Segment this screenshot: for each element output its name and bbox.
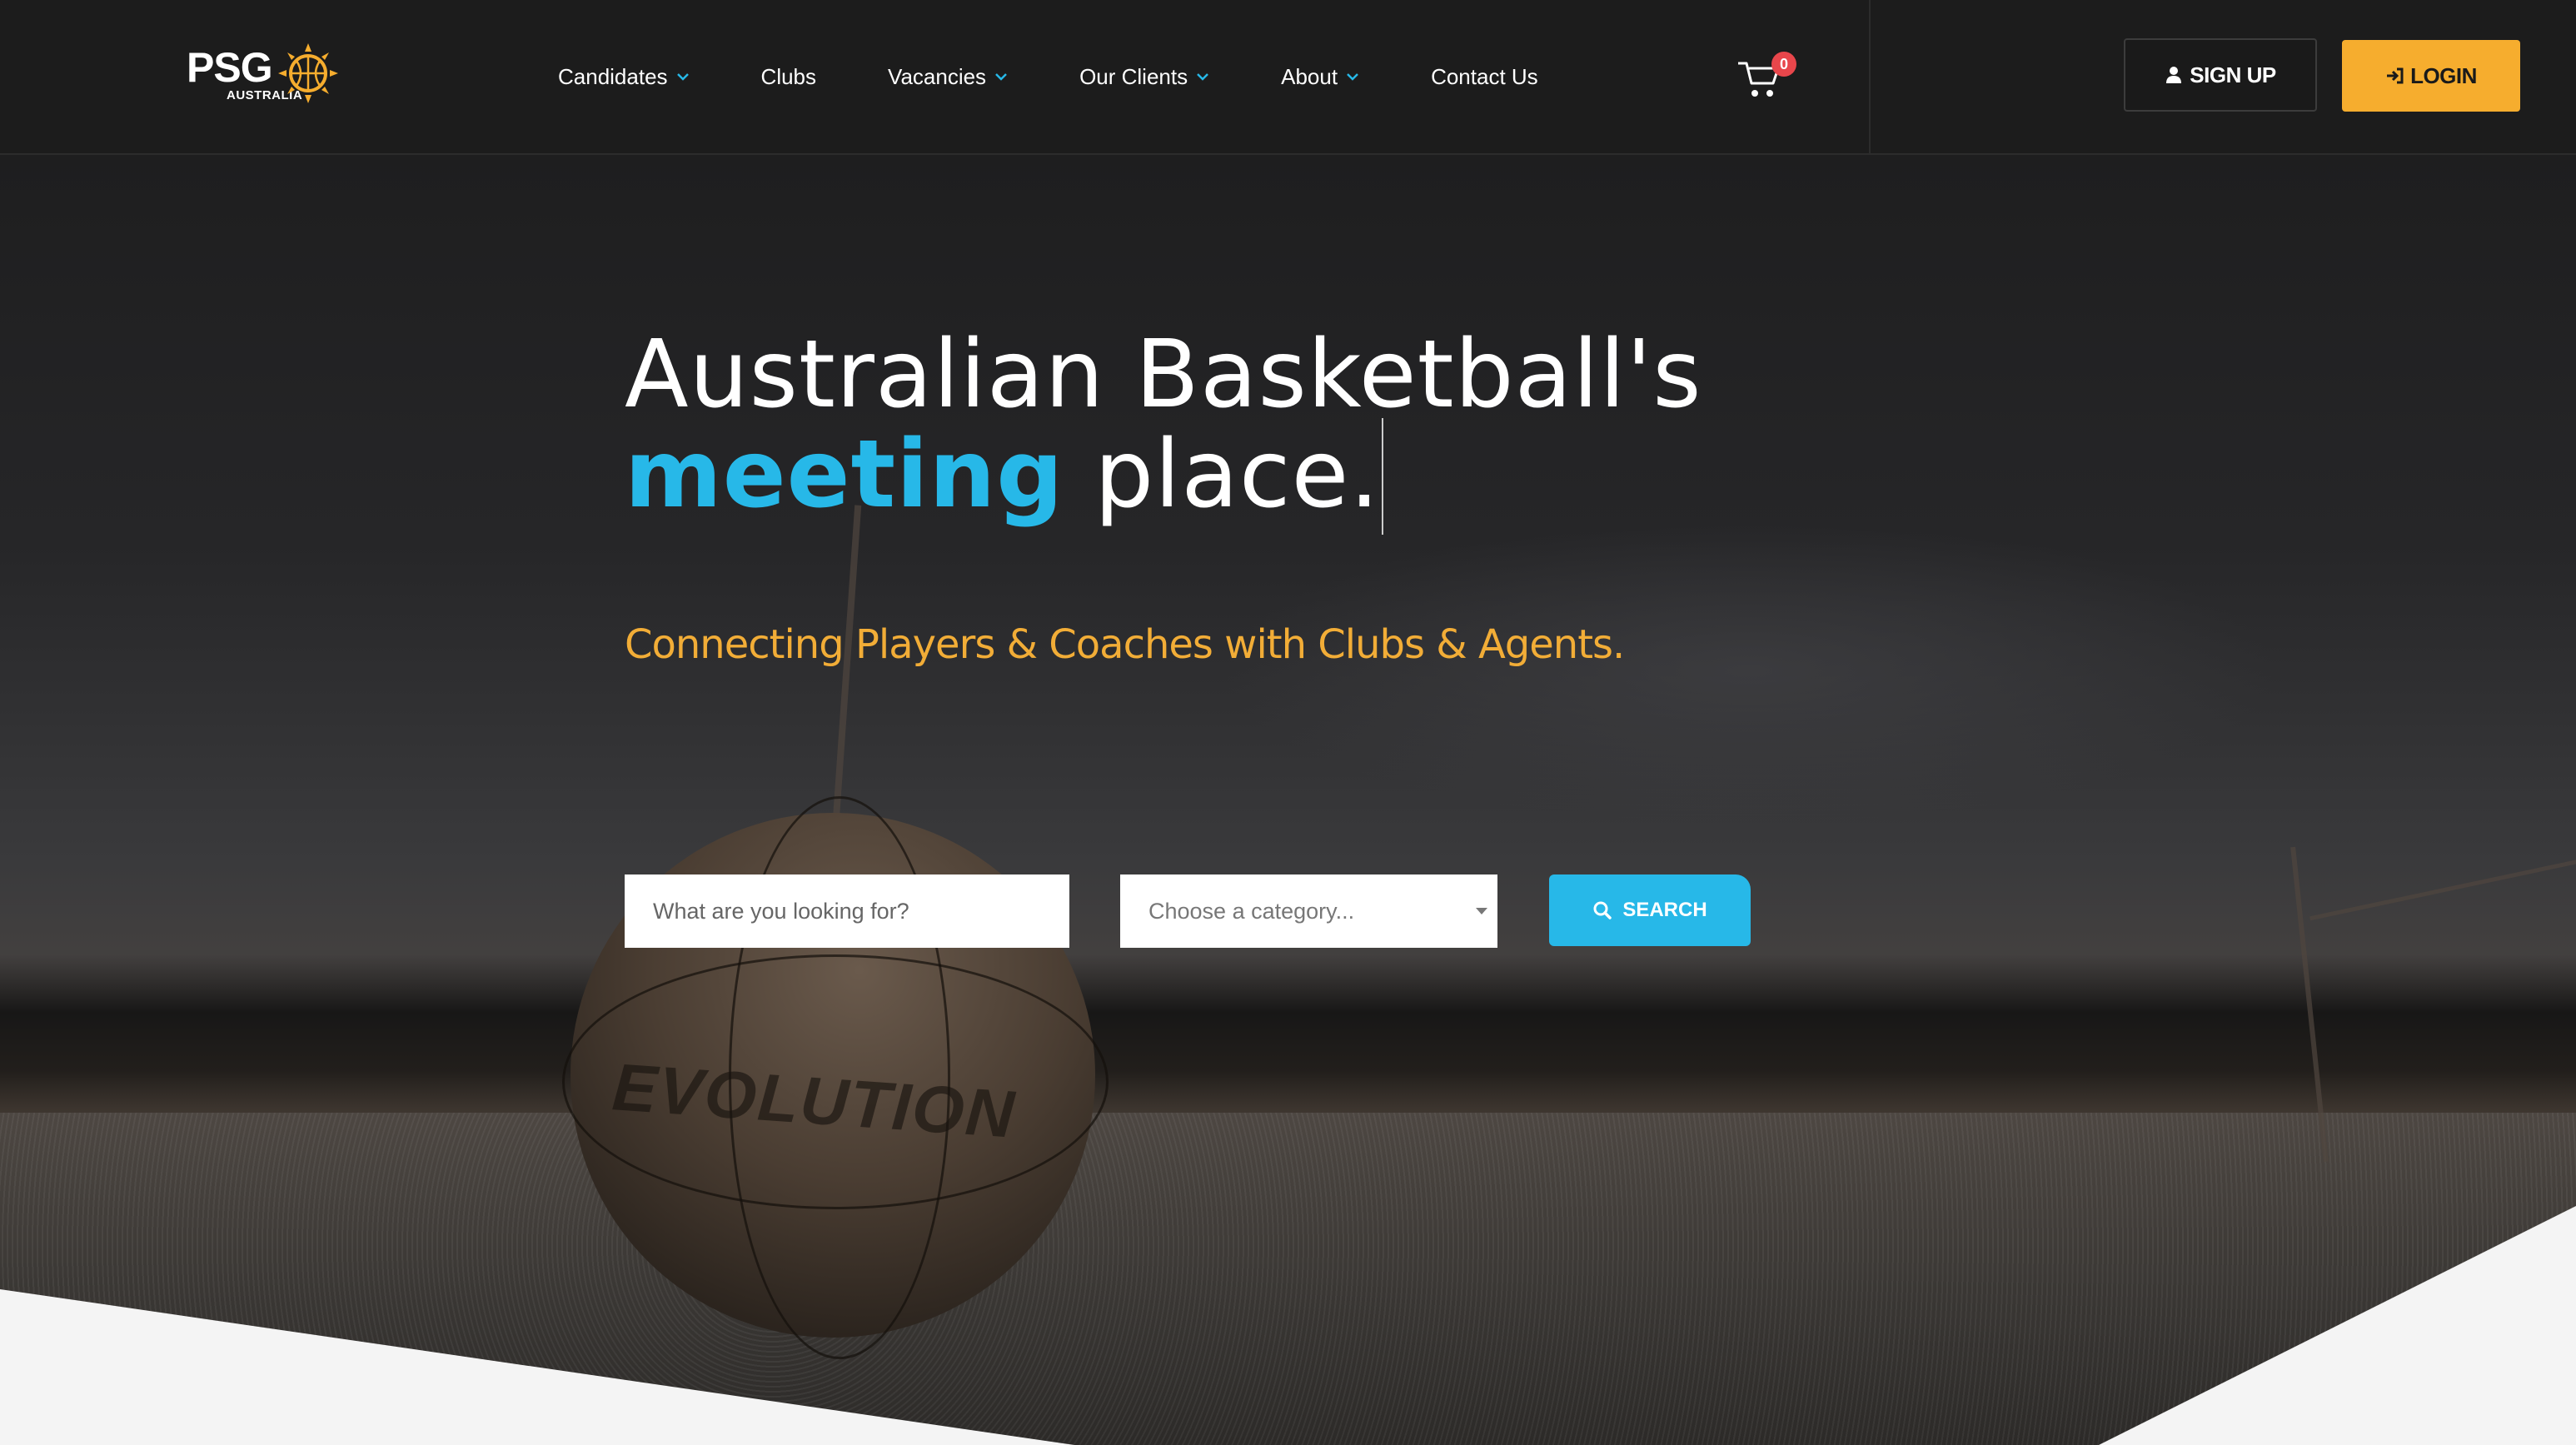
nav-candidates[interactable]: Candidates [558, 64, 690, 90]
chevron-down-icon [995, 73, 1007, 81]
header-divider [1869, 0, 1871, 153]
hero-title-line1: Australian Basketball's [625, 321, 1702, 429]
category-select[interactable]: Choose a category... [1120, 874, 1497, 948]
cart-button[interactable]: 0 [1736, 52, 1796, 98]
nav-contact-us[interactable]: Contact Us [1431, 64, 1538, 90]
search-icon [1593, 901, 1612, 919]
search-button[interactable]: SEARCH [1549, 874, 1751, 946]
hero-section: EVOLUTION Australian Basketball's meetin… [0, 155, 2576, 1445]
psg-logo[interactable]: PSG AUSTRALIA [187, 43, 338, 110]
user-icon [2166, 67, 2182, 83]
category-select-value: Choose a category... [1148, 898, 1355, 924]
hero-title-rest: place. [1064, 421, 1380, 529]
login-button[interactable]: LOGIN [2342, 40, 2520, 112]
chevron-down-icon [1197, 73, 1208, 81]
nav-our-clients[interactable]: Our Clients [1079, 64, 1209, 90]
basketball-sun-icon [278, 43, 338, 103]
caret-down-icon [1476, 908, 1487, 914]
nav-vacancies[interactable]: Vacancies [888, 64, 1008, 90]
nav-clubs[interactable]: Clubs [761, 64, 816, 90]
search-input[interactable] [625, 874, 1069, 948]
sign-up-button[interactable]: SIGN UP [2124, 38, 2317, 112]
hero-title: Australian Basketball's meeting place. [625, 328, 1702, 535]
sign-in-icon [2387, 67, 2404, 84]
cart-count-badge: 0 [1771, 52, 1796, 77]
typing-caret [1382, 418, 1383, 535]
main-nav: Candidates Clubs Vacancies Our Clients A… [558, 0, 1610, 153]
chevron-down-icon [1347, 73, 1358, 81]
chevron-down-icon [676, 73, 689, 81]
nav-about[interactable]: About [1281, 64, 1359, 90]
logo-wordmark: PSG [187, 44, 273, 91]
hero-title-highlight: meeting [625, 421, 1064, 529]
hero-subtitle: Connecting Players & Coaches with Clubs … [625, 621, 1625, 668]
site-header: PSG AUSTRALIA Candidates Clubs Vacancies… [0, 0, 2576, 155]
